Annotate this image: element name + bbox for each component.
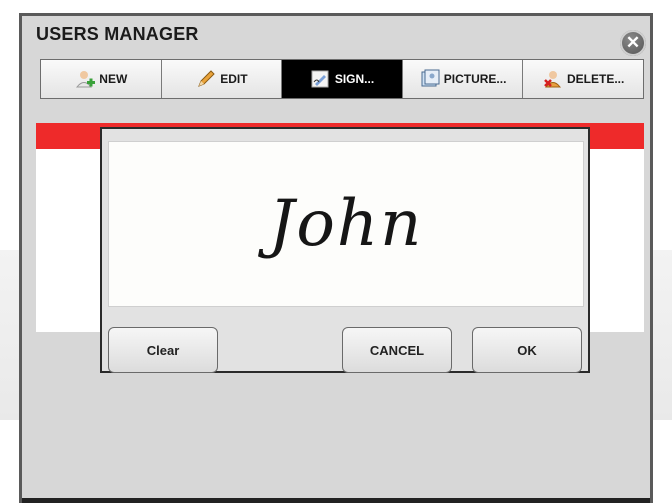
delete-label: DELETE... bbox=[567, 72, 625, 86]
signature-text: John bbox=[268, 187, 424, 261]
sign-button[interactable]: SIGN... bbox=[282, 60, 403, 98]
user-add-icon bbox=[76, 71, 96, 88]
ok-button[interactable]: OK bbox=[472, 327, 582, 373]
clear-button[interactable]: Clear bbox=[108, 327, 218, 373]
new-label: NEW bbox=[99, 72, 128, 86]
window-title: USERS MANAGER bbox=[36, 24, 199, 44]
signature-dialog: John Clear CANCEL OK bbox=[100, 127, 590, 373]
sign-label: SIGN... bbox=[334, 72, 375, 86]
delete-button[interactable]: DELETE... bbox=[523, 60, 643, 98]
toolbar: NEW EDIT SIGN... PICTURE... DELETE... bbox=[40, 59, 644, 99]
cancel-button[interactable]: CANCEL bbox=[342, 327, 452, 373]
close-icon[interactable]: ✕ bbox=[620, 30, 646, 56]
pencil-icon bbox=[198, 70, 215, 87]
picture-button[interactable]: PICTURE... bbox=[402, 60, 524, 98]
window-bottom-border bbox=[22, 498, 650, 503]
edit-button[interactable]: EDIT bbox=[161, 60, 283, 98]
user-delete-icon bbox=[544, 71, 562, 88]
picture-icon bbox=[421, 69, 440, 87]
new-button[interactable]: NEW bbox=[41, 60, 162, 98]
edit-label: EDIT bbox=[220, 72, 248, 86]
signature-pad[interactable]: John bbox=[108, 141, 584, 307]
signature-pen-icon bbox=[311, 70, 329, 88]
users-manager-window: USERS MANAGER ✕ NEW EDIT SIGN... PICTURE… bbox=[19, 13, 653, 503]
picture-label: PICTURE... bbox=[443, 72, 507, 86]
